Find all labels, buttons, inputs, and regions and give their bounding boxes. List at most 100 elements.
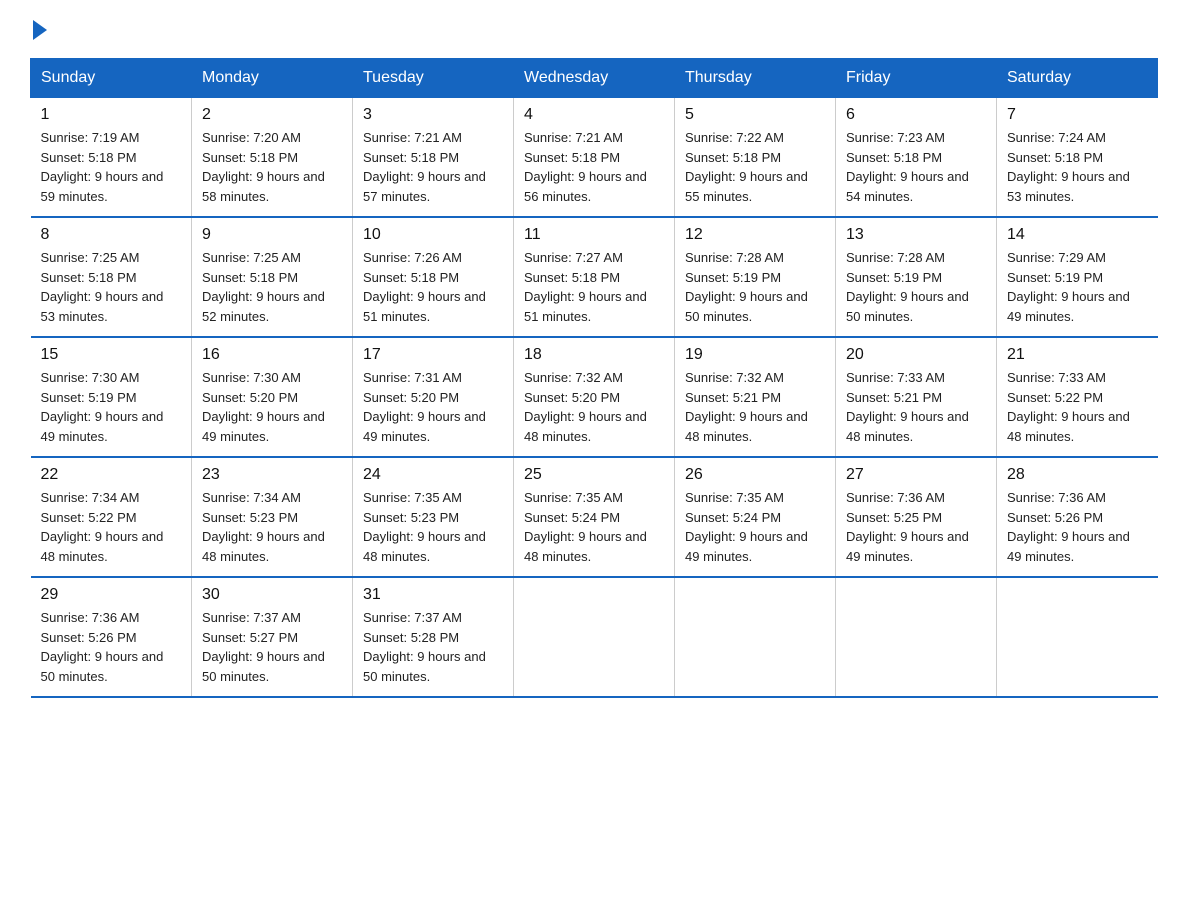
day-info: Sunrise: 7:25 AMSunset: 5:18 PMDaylight:… — [41, 248, 182, 326]
day-number: 27 — [846, 466, 986, 484]
week-row-1: 1 Sunrise: 7:19 AMSunset: 5:18 PMDayligh… — [31, 98, 1158, 218]
day-info: Sunrise: 7:21 AMSunset: 5:18 PMDaylight:… — [524, 128, 664, 206]
day-number: 14 — [1007, 226, 1148, 244]
day-info: Sunrise: 7:33 AMSunset: 5:21 PMDaylight:… — [846, 368, 986, 446]
week-row-3: 15 Sunrise: 7:30 AMSunset: 5:19 PMDaylig… — [31, 337, 1158, 457]
day-number: 30 — [202, 586, 342, 604]
empty-cell — [997, 577, 1158, 697]
day-info: Sunrise: 7:36 AMSunset: 5:26 PMDaylight:… — [41, 608, 182, 686]
day-number: 8 — [41, 226, 182, 244]
day-number: 25 — [524, 466, 664, 484]
day-info: Sunrise: 7:32 AMSunset: 5:20 PMDaylight:… — [524, 368, 664, 446]
day-number: 23 — [202, 466, 342, 484]
week-row-2: 8 Sunrise: 7:25 AMSunset: 5:18 PMDayligh… — [31, 217, 1158, 337]
day-info: Sunrise: 7:23 AMSunset: 5:18 PMDaylight:… — [846, 128, 986, 206]
day-info: Sunrise: 7:28 AMSunset: 5:19 PMDaylight:… — [846, 248, 986, 326]
day-number: 7 — [1007, 106, 1148, 124]
day-number: 26 — [685, 466, 825, 484]
day-info: Sunrise: 7:24 AMSunset: 5:18 PMDaylight:… — [1007, 128, 1148, 206]
day-info: Sunrise: 7:37 AMSunset: 5:27 PMDaylight:… — [202, 608, 342, 686]
day-number: 2 — [202, 106, 342, 124]
day-cell-2: 2 Sunrise: 7:20 AMSunset: 5:18 PMDayligh… — [192, 98, 353, 218]
header-tuesday: Tuesday — [353, 59, 514, 98]
day-cell-17: 17 Sunrise: 7:31 AMSunset: 5:20 PMDaylig… — [353, 337, 514, 457]
day-number: 28 — [1007, 466, 1148, 484]
day-number: 16 — [202, 346, 342, 364]
day-number: 17 — [363, 346, 503, 364]
day-cell-19: 19 Sunrise: 7:32 AMSunset: 5:21 PMDaylig… — [675, 337, 836, 457]
calendar-table: SundayMondayTuesdayWednesdayThursdayFrid… — [30, 58, 1158, 698]
day-info: Sunrise: 7:28 AMSunset: 5:19 PMDaylight:… — [685, 248, 825, 326]
day-cell-5: 5 Sunrise: 7:22 AMSunset: 5:18 PMDayligh… — [675, 98, 836, 218]
day-number: 5 — [685, 106, 825, 124]
day-info: Sunrise: 7:34 AMSunset: 5:23 PMDaylight:… — [202, 488, 342, 566]
day-cell-25: 25 Sunrise: 7:35 AMSunset: 5:24 PMDaylig… — [514, 457, 675, 577]
day-info: Sunrise: 7:21 AMSunset: 5:18 PMDaylight:… — [363, 128, 503, 206]
day-number: 29 — [41, 586, 182, 604]
header-friday: Friday — [836, 59, 997, 98]
day-number: 22 — [41, 466, 182, 484]
day-cell-3: 3 Sunrise: 7:21 AMSunset: 5:18 PMDayligh… — [353, 98, 514, 218]
day-number: 31 — [363, 586, 503, 604]
day-cell-24: 24 Sunrise: 7:35 AMSunset: 5:23 PMDaylig… — [353, 457, 514, 577]
day-info: Sunrise: 7:25 AMSunset: 5:18 PMDaylight:… — [202, 248, 342, 326]
calendar-header-row: SundayMondayTuesdayWednesdayThursdayFrid… — [31, 59, 1158, 98]
day-cell-10: 10 Sunrise: 7:26 AMSunset: 5:18 PMDaylig… — [353, 217, 514, 337]
day-number: 24 — [363, 466, 503, 484]
day-info: Sunrise: 7:19 AMSunset: 5:18 PMDaylight:… — [41, 128, 182, 206]
day-number: 21 — [1007, 346, 1148, 364]
day-cell-30: 30 Sunrise: 7:37 AMSunset: 5:27 PMDaylig… — [192, 577, 353, 697]
day-number: 9 — [202, 226, 342, 244]
logo-arrow-icon — [33, 20, 47, 40]
day-info: Sunrise: 7:20 AMSunset: 5:18 PMDaylight:… — [202, 128, 342, 206]
day-info: Sunrise: 7:32 AMSunset: 5:21 PMDaylight:… — [685, 368, 825, 446]
day-number: 13 — [846, 226, 986, 244]
day-cell-8: 8 Sunrise: 7:25 AMSunset: 5:18 PMDayligh… — [31, 217, 192, 337]
day-info: Sunrise: 7:29 AMSunset: 5:19 PMDaylight:… — [1007, 248, 1148, 326]
day-cell-29: 29 Sunrise: 7:36 AMSunset: 5:26 PMDaylig… — [31, 577, 192, 697]
day-number: 3 — [363, 106, 503, 124]
day-cell-14: 14 Sunrise: 7:29 AMSunset: 5:19 PMDaylig… — [997, 217, 1158, 337]
day-info: Sunrise: 7:35 AMSunset: 5:24 PMDaylight:… — [524, 488, 664, 566]
page-header — [30, 20, 1158, 40]
day-number: 4 — [524, 106, 664, 124]
week-row-4: 22 Sunrise: 7:34 AMSunset: 5:22 PMDaylig… — [31, 457, 1158, 577]
header-saturday: Saturday — [997, 59, 1158, 98]
day-info: Sunrise: 7:33 AMSunset: 5:22 PMDaylight:… — [1007, 368, 1148, 446]
day-cell-9: 9 Sunrise: 7:25 AMSunset: 5:18 PMDayligh… — [192, 217, 353, 337]
day-cell-7: 7 Sunrise: 7:24 AMSunset: 5:18 PMDayligh… — [997, 98, 1158, 218]
day-cell-6: 6 Sunrise: 7:23 AMSunset: 5:18 PMDayligh… — [836, 98, 997, 218]
day-number: 11 — [524, 226, 664, 244]
day-info: Sunrise: 7:22 AMSunset: 5:18 PMDaylight:… — [685, 128, 825, 206]
day-cell-27: 27 Sunrise: 7:36 AMSunset: 5:25 PMDaylig… — [836, 457, 997, 577]
day-info: Sunrise: 7:30 AMSunset: 5:20 PMDaylight:… — [202, 368, 342, 446]
day-number: 15 — [41, 346, 182, 364]
day-info: Sunrise: 7:35 AMSunset: 5:23 PMDaylight:… — [363, 488, 503, 566]
header-monday: Monday — [192, 59, 353, 98]
day-cell-26: 26 Sunrise: 7:35 AMSunset: 5:24 PMDaylig… — [675, 457, 836, 577]
day-cell-16: 16 Sunrise: 7:30 AMSunset: 5:20 PMDaylig… — [192, 337, 353, 457]
day-info: Sunrise: 7:36 AMSunset: 5:26 PMDaylight:… — [1007, 488, 1148, 566]
day-cell-28: 28 Sunrise: 7:36 AMSunset: 5:26 PMDaylig… — [997, 457, 1158, 577]
header-wednesday: Wednesday — [514, 59, 675, 98]
logo — [30, 20, 50, 40]
day-cell-11: 11 Sunrise: 7:27 AMSunset: 5:18 PMDaylig… — [514, 217, 675, 337]
day-info: Sunrise: 7:35 AMSunset: 5:24 PMDaylight:… — [685, 488, 825, 566]
day-cell-20: 20 Sunrise: 7:33 AMSunset: 5:21 PMDaylig… — [836, 337, 997, 457]
empty-cell — [675, 577, 836, 697]
day-number: 10 — [363, 226, 503, 244]
week-row-5: 29 Sunrise: 7:36 AMSunset: 5:26 PMDaylig… — [31, 577, 1158, 697]
header-sunday: Sunday — [31, 59, 192, 98]
day-cell-23: 23 Sunrise: 7:34 AMSunset: 5:23 PMDaylig… — [192, 457, 353, 577]
day-number: 20 — [846, 346, 986, 364]
day-info: Sunrise: 7:31 AMSunset: 5:20 PMDaylight:… — [363, 368, 503, 446]
empty-cell — [514, 577, 675, 697]
day-info: Sunrise: 7:36 AMSunset: 5:25 PMDaylight:… — [846, 488, 986, 566]
day-cell-13: 13 Sunrise: 7:28 AMSunset: 5:19 PMDaylig… — [836, 217, 997, 337]
day-info: Sunrise: 7:30 AMSunset: 5:19 PMDaylight:… — [41, 368, 182, 446]
day-info: Sunrise: 7:34 AMSunset: 5:22 PMDaylight:… — [41, 488, 182, 566]
day-cell-15: 15 Sunrise: 7:30 AMSunset: 5:19 PMDaylig… — [31, 337, 192, 457]
day-cell-21: 21 Sunrise: 7:33 AMSunset: 5:22 PMDaylig… — [997, 337, 1158, 457]
day-cell-1: 1 Sunrise: 7:19 AMSunset: 5:18 PMDayligh… — [31, 98, 192, 218]
day-info: Sunrise: 7:27 AMSunset: 5:18 PMDaylight:… — [524, 248, 664, 326]
